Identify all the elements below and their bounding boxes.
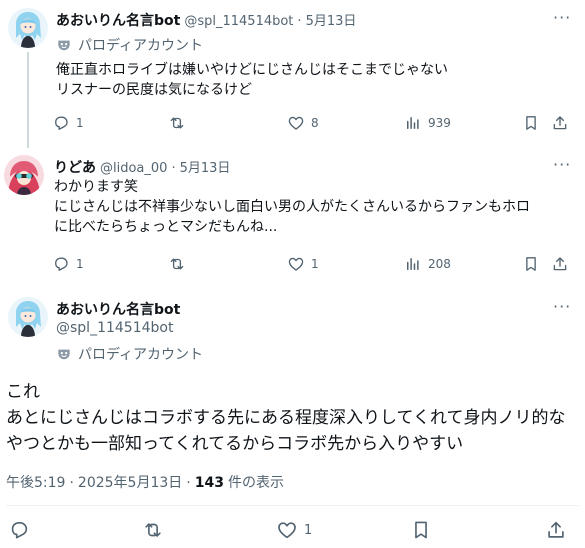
share-icon xyxy=(551,255,569,273)
tweet-date[interactable]: 5月13日 xyxy=(180,157,231,176)
retweet-icon xyxy=(142,519,164,541)
bookmark-icon xyxy=(522,255,540,273)
heart-icon xyxy=(276,519,298,541)
parody-label: パロディアカウント xyxy=(56,35,203,55)
share-button[interactable] xyxy=(551,255,569,273)
reply-button[interactable]: 1 xyxy=(52,114,84,132)
like-button[interactable]: 1 xyxy=(276,519,312,541)
separator: · xyxy=(171,161,176,176)
retweet-button[interactable] xyxy=(168,255,186,273)
tweet-date[interactable]: 5月13日 xyxy=(306,10,357,29)
views-button[interactable]: 208 xyxy=(404,255,451,273)
avatar[interactable] xyxy=(8,8,48,48)
view-count: 143 xyxy=(194,475,224,491)
retweet-button[interactable] xyxy=(142,519,164,541)
share-icon xyxy=(551,114,569,132)
more-icon: ··· xyxy=(553,8,572,27)
tweet-text-line: わかります笑 xyxy=(54,179,138,195)
author-handle[interactable]: @spl_114514bot xyxy=(184,14,293,29)
view-count: 939 xyxy=(428,116,451,130)
tweet-text: これ あとにじさんじはコラボする先にある程度深入りしてくれて身内ノリ的な やつと… xyxy=(6,379,565,457)
more-icon: ··· xyxy=(553,297,572,316)
like-count: 1 xyxy=(311,257,319,271)
more-options-button[interactable]: ··· xyxy=(553,297,571,316)
share-icon xyxy=(545,519,567,541)
reply-count: 1 xyxy=(76,116,84,130)
reply-icon xyxy=(52,255,70,273)
parody-text: パロディアカウント xyxy=(78,38,204,54)
author-handle[interactable]: @spl_114514bot xyxy=(56,320,173,336)
parody-mask-icon xyxy=(56,37,72,53)
parody-mask-icon xyxy=(56,346,72,362)
author-name[interactable]: りどあ xyxy=(54,157,96,177)
tweet-text-line: リスナーの民度は気になるけど xyxy=(56,82,252,98)
like-button[interactable]: 1 xyxy=(287,255,319,273)
bookmark-icon xyxy=(410,519,432,541)
thread-line xyxy=(27,52,29,148)
tweet-text-line: 俺正直ホロライブは嫌いやけどにじさんじはそこまでじゃない xyxy=(56,62,448,78)
reply-icon xyxy=(8,519,30,541)
reply-button[interactable]: 1 xyxy=(52,255,84,273)
author-handle[interactable]: @lidoa_00 xyxy=(100,161,167,176)
bookmark-button[interactable] xyxy=(522,114,540,132)
tweet-text-line: にじさんじは不祥事少ないし面白い男の人がたくさんいるからファンもホロ xyxy=(54,199,530,215)
heart-icon xyxy=(287,114,305,132)
more-options-button[interactable]: ··· xyxy=(553,8,571,27)
like-button[interactable]: 8 xyxy=(287,114,319,132)
retweet-icon xyxy=(168,114,186,132)
separator: · xyxy=(186,475,191,491)
view-label: 件の表示 xyxy=(227,475,284,491)
bookmark-button[interactable] xyxy=(410,519,432,541)
avatar[interactable] xyxy=(8,297,48,337)
views-icon xyxy=(404,114,422,132)
bookmark-button[interactable] xyxy=(522,255,540,273)
author-name[interactable]: あおいりん名言bot xyxy=(56,10,180,30)
tweet-text: 俺正直ホロライブは嫌いやけどにじさんじはそこまでじゃない リスナーの民度は気にな… xyxy=(56,60,448,100)
retweet-button[interactable] xyxy=(168,114,186,132)
heart-icon xyxy=(287,255,305,273)
tweet-date[interactable]: 2025年5月13日 xyxy=(78,472,182,492)
view-count: 208 xyxy=(428,257,451,271)
parody-label: パロディアカウント xyxy=(56,344,203,364)
more-options-button[interactable]: ··· xyxy=(553,155,571,174)
views-button[interactable]: 939 xyxy=(404,114,451,132)
parody-text: パロディアカウント xyxy=(78,347,204,363)
divider xyxy=(6,505,579,506)
tweet-text-line: あとにじさんじはコラボする先にある程度深入りしてくれて身内ノリ的な xyxy=(6,408,566,428)
reply-count: 1 xyxy=(76,257,84,271)
tweet-text: わかります笑 にじさんじは不祥事少ないし面白い男の人がたくさんいるからファンもホ… xyxy=(54,177,530,237)
author-name[interactable]: あおいりん名言bot xyxy=(56,299,180,319)
reply-icon xyxy=(52,114,70,132)
retweet-icon xyxy=(168,255,186,273)
share-button[interactable] xyxy=(545,519,567,541)
share-button[interactable] xyxy=(551,114,569,132)
tweet-text-line: やつとかも一部知ってくれてるからコラボ先から入りやすい xyxy=(6,434,464,454)
more-icon: ··· xyxy=(553,155,572,174)
separator: · xyxy=(297,14,302,29)
reply-button[interactable] xyxy=(8,519,30,541)
tweet-timestamp-row: 午後5:19 · 2025年5月13日 · 143 件の表示 xyxy=(6,472,284,492)
avatar[interactable] xyxy=(4,155,44,195)
like-count: 1 xyxy=(304,522,313,538)
views-icon xyxy=(404,255,422,273)
tweet-text-line: これ xyxy=(6,382,40,402)
tweet-time[interactable]: 午後5:19 xyxy=(6,472,65,492)
bookmark-icon xyxy=(522,114,540,132)
separator: · xyxy=(69,475,74,491)
like-count: 8 xyxy=(311,116,319,130)
tweet-text-line: に比べたらちょっとマシだもんね... xyxy=(54,219,278,235)
